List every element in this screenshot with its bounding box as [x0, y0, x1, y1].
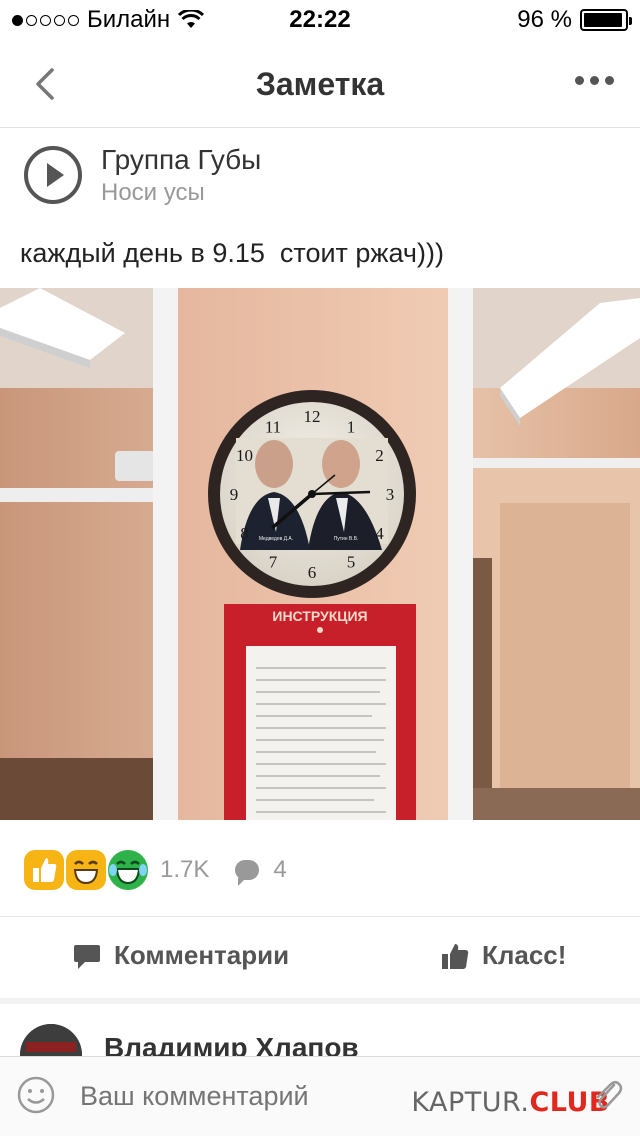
smile-icon[interactable] [16, 1075, 56, 1115]
clock-number: 1 [347, 418, 356, 437]
battery-icon [580, 9, 632, 31]
comment-composer: KAPTUR.CLUB [0, 1056, 640, 1136]
paperclip-icon[interactable] [590, 1075, 624, 1115]
laughing-face-icon [66, 850, 106, 890]
divider [0, 916, 640, 917]
navigation-bar: Заметка [0, 40, 640, 128]
post-photo[interactable]: 12 1 2 3 4 5 6 7 8 9 10 11 Медведев Д.А. Путин В.В.… [0, 288, 640, 820]
group-play-icon[interactable] [24, 146, 82, 204]
class-like-button[interactable]: Класс! [440, 940, 566, 971]
clock-number: 2 [375, 446, 384, 465]
battery-level-fill [584, 13, 623, 27]
portrait-caption-left: Медведев Д.А. [259, 536, 293, 542]
clock-number: 8 [240, 524, 249, 543]
comment-icon [74, 944, 100, 969]
clock-number: 9 [230, 485, 239, 504]
clock-number: 12 [304, 407, 321, 426]
comment-input[interactable] [80, 1081, 400, 1112]
clock-number: 4 [375, 524, 384, 543]
thumbs-up-outline-icon [442, 943, 469, 969]
class-button-label: Класс! [482, 940, 567, 970]
comments-button[interactable]: Комментарии [72, 940, 289, 971]
comments-button-label: Комментарии [114, 940, 290, 970]
thumbs-up-icon [24, 850, 64, 890]
board-title: ИНСТРУКЦИЯ [272, 608, 367, 624]
post-actions: Комментарии Класс! [0, 918, 640, 998]
status-bar: Билайн 22:22 96 % [0, 0, 640, 40]
clock-number: 11 [265, 418, 281, 437]
clock-number: 5 [347, 553, 356, 572]
clock-number: 6 [308, 563, 317, 582]
crying-laughing-face-icon [108, 850, 148, 890]
page-title: Заметка [255, 66, 385, 102]
likes-count[interactable]: 1.7K [160, 856, 209, 884]
group-subtitle: Носи усы [101, 179, 205, 206]
watermark-logo: KAPTUR.CLUB [411, 1087, 610, 1118]
section-divider [0, 998, 640, 1004]
clock-number: 10 [236, 446, 253, 465]
photo-scene: 12 12 3 45 6 7 8 9 10 11 Медведев Д.А. Путин В.В.… [0, 288, 640, 820]
watermark-main: KAPTUR. [411, 1087, 530, 1118]
status-right: 96 % [517, 6, 632, 34]
battery-percent: 96 % [517, 6, 572, 33]
clock-number: 7 [269, 553, 278, 572]
more-dots-icon[interactable] [575, 76, 614, 85]
clock-number: 3 [386, 485, 395, 504]
post-header[interactable]: Группа Губы Носи усы [0, 140, 640, 220]
comment-bubble-icon [235, 860, 260, 886]
group-name[interactable]: Группа Губы [101, 144, 261, 176]
post-text: каждый день в 9.15 стоит ржач))) [20, 238, 444, 268]
reactions-row[interactable]: 1.7K 4 [24, 848, 287, 892]
note-screen: Билайн 22:22 96 % Заметка Группа Губы Но [0, 0, 640, 1136]
comments-count[interactable]: 4 [273, 856, 286, 884]
portrait-caption-right: Путин В.В. [334, 536, 359, 542]
